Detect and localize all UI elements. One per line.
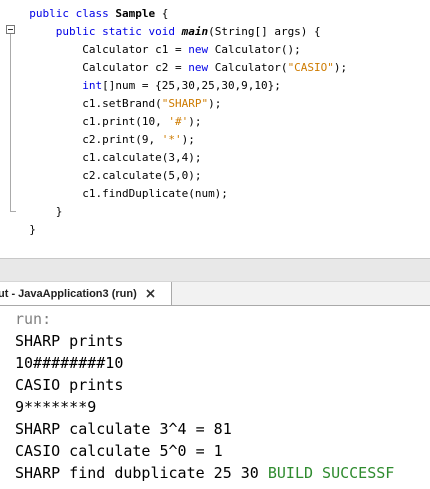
code-keyword: public static void xyxy=(55,25,182,38)
console-last-line-text: SHARP find dubplicate 25 30 xyxy=(15,464,268,482)
output-tab-bar: ut - JavaApplication3 (run) xyxy=(0,282,430,306)
console-line: SHARP calculate 3^4 = 81 xyxy=(15,420,232,438)
fold-collapse-icon[interactable] xyxy=(6,25,15,34)
console-last-line: SHARP find dubplicate 25 30 BUILD SUCCES… xyxy=(15,462,394,484)
code-keyword: new xyxy=(188,61,209,74)
code-line: c1.findDuplicate(num); xyxy=(16,185,228,203)
code-line: c1.setBrand("SHARP"); xyxy=(16,95,221,113)
code-text: { xyxy=(155,7,169,20)
code-keyword: public class xyxy=(29,7,116,20)
code-text: } xyxy=(55,205,63,218)
code-text: []num = {25,30,25,30,9,10}; xyxy=(102,79,281,92)
code-string: "SHARP" xyxy=(161,97,209,110)
code-line: c2.calculate(5,0); xyxy=(16,167,201,185)
output-console[interactable]: run: SHARP prints 10########10 CASIO pri… xyxy=(0,306,430,489)
code-text: c2.print(9, xyxy=(82,133,162,146)
code-string: '#' xyxy=(168,115,189,128)
console-run-label: run: xyxy=(15,310,52,328)
panel-divider[interactable] xyxy=(0,258,430,282)
code-text: Calculator c1 = xyxy=(82,43,189,56)
fold-guide-line xyxy=(10,34,11,212)
console-line: 9*******9 xyxy=(15,398,97,416)
tab-output[interactable]: ut - JavaApplication3 (run) xyxy=(0,282,172,305)
code-line: int[]num = {25,30,25,30,9,10}; xyxy=(16,77,281,95)
code-text: (String[] args) { xyxy=(208,25,321,38)
code-line: c2.print(9, '*'); xyxy=(16,131,195,149)
code-text: Calculator( xyxy=(208,61,288,74)
code-class-name: Sample xyxy=(115,7,156,20)
code-keyword: int xyxy=(82,79,103,92)
code-text: c1.findDuplicate(num); xyxy=(82,187,228,200)
code-string: '*' xyxy=(161,133,182,146)
console-line: 10########10 xyxy=(15,354,124,372)
code-string: "CASIO" xyxy=(287,61,334,74)
code-line: Calculator c2 = new Calculator("CASIO"); xyxy=(16,59,347,77)
close-icon[interactable] xyxy=(145,288,156,299)
code-text: ); xyxy=(188,115,202,128)
code-text: ); xyxy=(181,133,195,146)
code-line: Calculator c1 = new Calculator(); xyxy=(16,41,301,59)
code-line: c1.print(10, '#'); xyxy=(16,113,201,131)
console-line: SHARP prints xyxy=(15,332,124,350)
build-status: BUILD SUCCESSF xyxy=(267,464,395,482)
code-editor[interactable]: public class Sample { public static void… xyxy=(0,0,430,258)
code-text: Calculator c2 = xyxy=(82,61,189,74)
code-text: } xyxy=(29,223,36,236)
tab-output-title: ut - JavaApplication3 (run) xyxy=(0,287,137,300)
code-line: } xyxy=(16,221,36,239)
code-text: c2.calculate(5,0); xyxy=(82,169,202,182)
code-text: c1.setBrand( xyxy=(82,97,162,110)
code-text: c1.calculate(3,4); xyxy=(82,151,202,164)
code-line: public class Sample { xyxy=(16,5,168,23)
code-text: c1.print(10, xyxy=(82,115,169,128)
code-text: ); xyxy=(333,61,348,74)
code-line: } xyxy=(16,203,63,221)
code-keyword: new xyxy=(188,43,209,56)
code-method-name: main xyxy=(181,25,209,38)
code-text: Calculator(); xyxy=(208,43,301,56)
code-line: c1.calculate(3,4); xyxy=(16,149,201,167)
code-line: public static void main(String[] args) { xyxy=(16,23,321,41)
code-text: ); xyxy=(208,97,222,110)
console-line: CASIO calculate 5^0 = 1 xyxy=(15,442,223,460)
console-line: CASIO prints xyxy=(15,376,124,394)
